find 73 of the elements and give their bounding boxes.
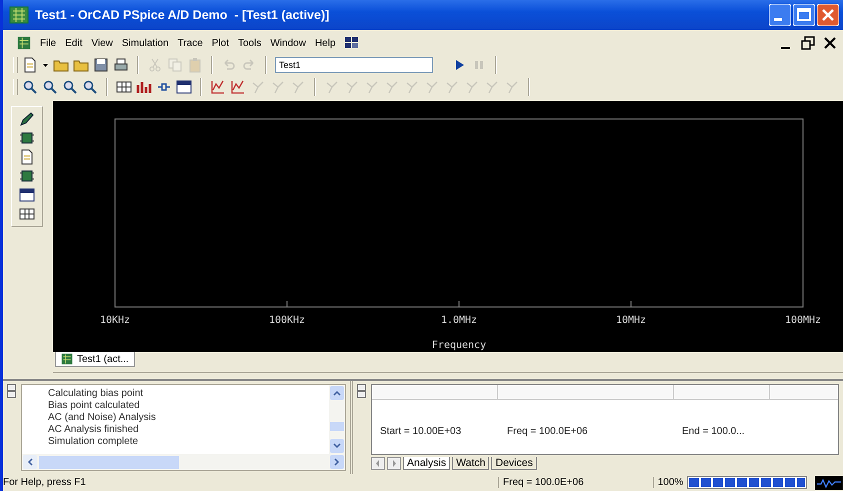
waveform-icon: [815, 476, 843, 490]
axis-tick-label: 100MHz: [784, 315, 822, 326]
menu-item[interactable]: Trace: [178, 38, 203, 48]
menu-item[interactable]: Edit: [65, 38, 82, 48]
scrollbar-thumb[interactable]: [330, 422, 344, 431]
scroll-down-icon[interactable]: [330, 439, 344, 453]
app-icon: [9, 6, 29, 24]
menu-item[interactable]: Window: [270, 38, 306, 48]
scroll-left-icon[interactable]: [23, 455, 37, 469]
status-text: For Help, press F1: [3, 477, 87, 488]
document-icon: [61, 353, 73, 365]
tick-mark: [458, 300, 460, 308]
sheet-tab[interactable]: Analysis: [403, 456, 450, 470]
scroll-right-icon[interactable]: [387, 456, 401, 470]
bar-chart-icon[interactable]: [136, 79, 152, 95]
maximize-icon[interactable]: [793, 4, 815, 26]
scroll-left-icon[interactable]: [371, 456, 385, 470]
pane-button-icon[interactable]: [357, 384, 366, 398]
scroll-up-icon[interactable]: [330, 386, 344, 400]
menu-item[interactable]: Help: [314, 38, 336, 48]
tick-mark: [630, 300, 632, 308]
vertical-scrollbar[interactable]: [329, 385, 345, 454]
sheet-tab[interactable]: Devices: [491, 456, 537, 470]
axis-tick-label: 10MHz: [616, 315, 646, 326]
readout-text: Start = 10.00E+03: [380, 426, 462, 437]
horizontal-scrollbar[interactable]: [22, 454, 345, 470]
log-line: Simulation complete: [48, 436, 140, 448]
window-layout-icon[interactable]: [344, 37, 359, 49]
readout-text: Freq = 100.0E+06: [507, 426, 589, 437]
chip-icon[interactable]: [19, 168, 35, 184]
axis-title: Frequency: [432, 340, 486, 351]
magnifier-icon[interactable]: [42, 79, 58, 95]
menu-item[interactable]: Plot: [212, 38, 229, 48]
readout-text: End = 100.0...: [682, 426, 745, 437]
status-frequency: Freq = 100.0E+06: [498, 477, 653, 488]
pencil-icon[interactable]: [19, 111, 35, 127]
log-line: AC Analysis finished: [48, 424, 140, 436]
axis-tick-label: 10KHz: [100, 315, 130, 326]
pane-button-icon[interactable]: [7, 384, 16, 398]
plot-icon[interactable]: [210, 79, 226, 95]
grid-icon[interactable]: [19, 206, 35, 222]
page-icon[interactable]: [22, 57, 38, 73]
magnifier-icon[interactable]: [62, 79, 78, 95]
tick-mark: [802, 300, 804, 308]
restore-icon[interactable]: [801, 36, 815, 50]
document-tab[interactable]: Test1 (act...: [55, 352, 135, 367]
scrollbar-thumb[interactable]: [39, 456, 179, 468]
window-icon[interactable]: [176, 79, 192, 95]
window-icon[interactable]: [19, 187, 35, 203]
magnifier-icon[interactable]: [82, 79, 98, 95]
log-line: Calculating bias point: [48, 388, 144, 400]
tick-mark: [114, 300, 116, 308]
axis-tick-label: 1.0MHz: [440, 315, 478, 326]
log-line: AC (and Noise) Analysis: [48, 412, 157, 424]
menu-item[interactable]: Simulation: [122, 38, 169, 48]
magnifier-icon[interactable]: [22, 79, 38, 95]
close-icon[interactable]: [823, 36, 837, 50]
profile-field[interactable]: Test1: [275, 57, 433, 73]
axis-tick-label: 100KHz: [268, 315, 306, 326]
printer-icon[interactable]: [113, 57, 129, 73]
menu-item[interactable]: View: [91, 38, 113, 48]
scroll-right-icon[interactable]: [330, 455, 344, 469]
log-line: Bias point calculated: [48, 400, 141, 412]
tick-mark: [286, 300, 288, 308]
page-icon[interactable]: [19, 149, 35, 165]
document-icon: [17, 36, 31, 50]
menu-item[interactable]: Tools: [238, 38, 262, 48]
chip-icon[interactable]: [19, 130, 35, 146]
window-title: Test1 - OrCAD PSpice A/D Demo - [Test1 (active)]: [35, 8, 330, 22]
grid-icon[interactable]: [116, 79, 132, 95]
sheet-tab[interactable]: Watch: [452, 456, 490, 470]
menu-item[interactable]: File: [40, 38, 56, 48]
plot-icon[interactable]: [230, 79, 246, 95]
